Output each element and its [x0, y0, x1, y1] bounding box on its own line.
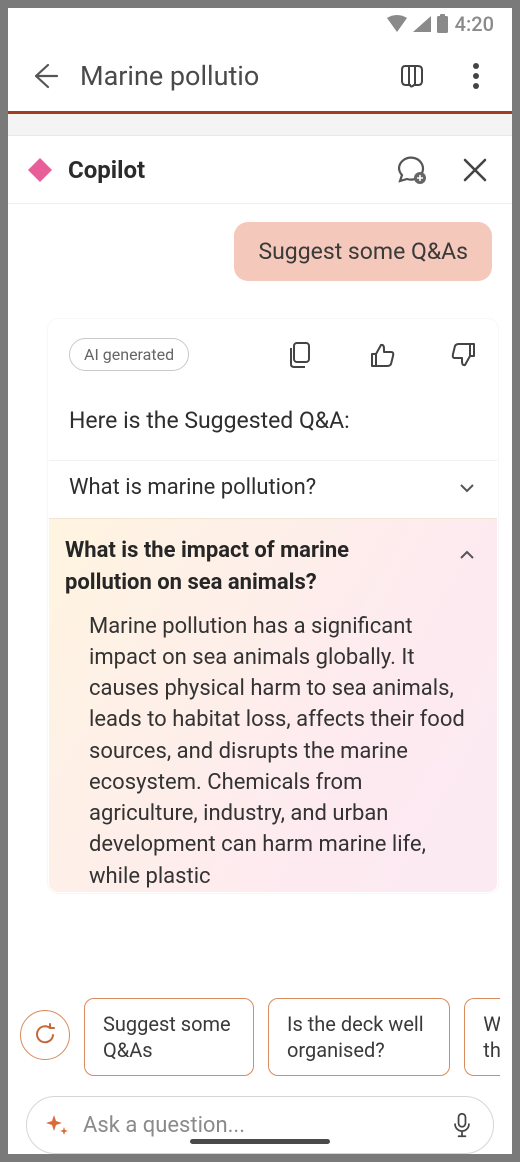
- copilot-logo-icon: [26, 156, 54, 184]
- sparkle-icon: [45, 1113, 69, 1137]
- microphone-icon[interactable]: [449, 1112, 475, 1138]
- response-actions: [287, 342, 477, 368]
- new-chat-button[interactable]: [394, 153, 428, 187]
- document-title[interactable]: Marine pollutio: [80, 60, 376, 92]
- suggestion-label: Suggest some Q&As: [103, 1011, 235, 1063]
- chat-input[interactable]: Ask a question...: [26, 1096, 494, 1154]
- close-icon: [462, 157, 488, 183]
- input-placeholder: Ask a question...: [83, 1113, 435, 1138]
- thumbs-up-button[interactable]: [369, 342, 395, 368]
- qa-expanded-header[interactable]: What is the impact of marine pollution o…: [65, 535, 477, 599]
- suggestion-chip-3[interactable]: W th: [464, 998, 500, 1076]
- chat-plus-icon: [395, 154, 427, 186]
- qa-item-expanded: What is the impact of marine pollution o…: [49, 518, 497, 892]
- qa-question: What is marine pollution?: [69, 475, 316, 500]
- close-button[interactable]: [458, 153, 492, 187]
- copy-button[interactable]: [287, 342, 313, 368]
- ai-generated-badge: AI generated: [69, 338, 189, 371]
- suggestion-chip-2[interactable]: Is the deck well organised?: [268, 998, 450, 1076]
- qa-answer: Marine pollution has a significant impac…: [65, 599, 477, 892]
- app-header: Marine pollutio: [8, 40, 512, 114]
- copilot-outline-icon: [397, 61, 427, 91]
- status-icons: [386, 14, 449, 34]
- qa-question-expanded: What is the impact of marine pollution o…: [65, 535, 425, 599]
- back-button[interactable]: [26, 58, 62, 94]
- bottom-panel: Suggest some Q&As Is the deck well organ…: [8, 982, 512, 1154]
- suggestion-label: W th: [483, 1011, 500, 1063]
- arrow-left-icon: [29, 61, 59, 91]
- home-indicator[interactable]: [190, 1139, 330, 1144]
- copy-icon: [288, 342, 312, 368]
- thumbs-down-button[interactable]: [451, 342, 477, 368]
- battery-icon: [436, 14, 449, 34]
- thumbs-down-icon: [451, 342, 477, 368]
- suggestion-chip-1[interactable]: Suggest some Q&As: [84, 998, 254, 1076]
- app-root: 4:20 Marine pollutio Copilot: [0, 0, 520, 1162]
- chevron-down-icon: [457, 478, 477, 498]
- copilot-title: Copilot: [68, 156, 380, 184]
- kebab-icon: [472, 62, 480, 90]
- user-message[interactable]: Suggest some Q&As: [234, 222, 492, 281]
- cell-signal-icon: [412, 15, 432, 33]
- chevron-up-icon: [457, 545, 477, 565]
- divider-strip: [8, 114, 512, 136]
- suggestion-label: Is the deck well organised?: [287, 1011, 431, 1063]
- suggestion-row: Suggest some Q&As Is the deck well organ…: [20, 998, 500, 1076]
- more-menu-button[interactable]: [458, 58, 494, 94]
- status-bar: 4:20: [8, 8, 512, 40]
- copilot-panel-header: Copilot: [8, 136, 512, 204]
- copilot-header-button[interactable]: [394, 58, 430, 94]
- thumbs-up-icon: [369, 342, 395, 368]
- chat-area: Suggest some Q&As AI generated Here is t…: [8, 204, 512, 982]
- wifi-icon: [386, 15, 408, 33]
- regenerate-button[interactable]: [20, 1010, 70, 1060]
- copilot-response-card: AI generated Here is the Suggested Q&A: …: [48, 319, 498, 893]
- refresh-icon: [32, 1022, 58, 1048]
- status-time: 4:20: [455, 12, 494, 36]
- response-heading: Here is the Suggested Q&A:: [49, 393, 497, 460]
- response-toolbar: AI generated: [49, 320, 497, 393]
- qa-item-collapsed[interactable]: What is marine pollution?: [49, 460, 497, 518]
